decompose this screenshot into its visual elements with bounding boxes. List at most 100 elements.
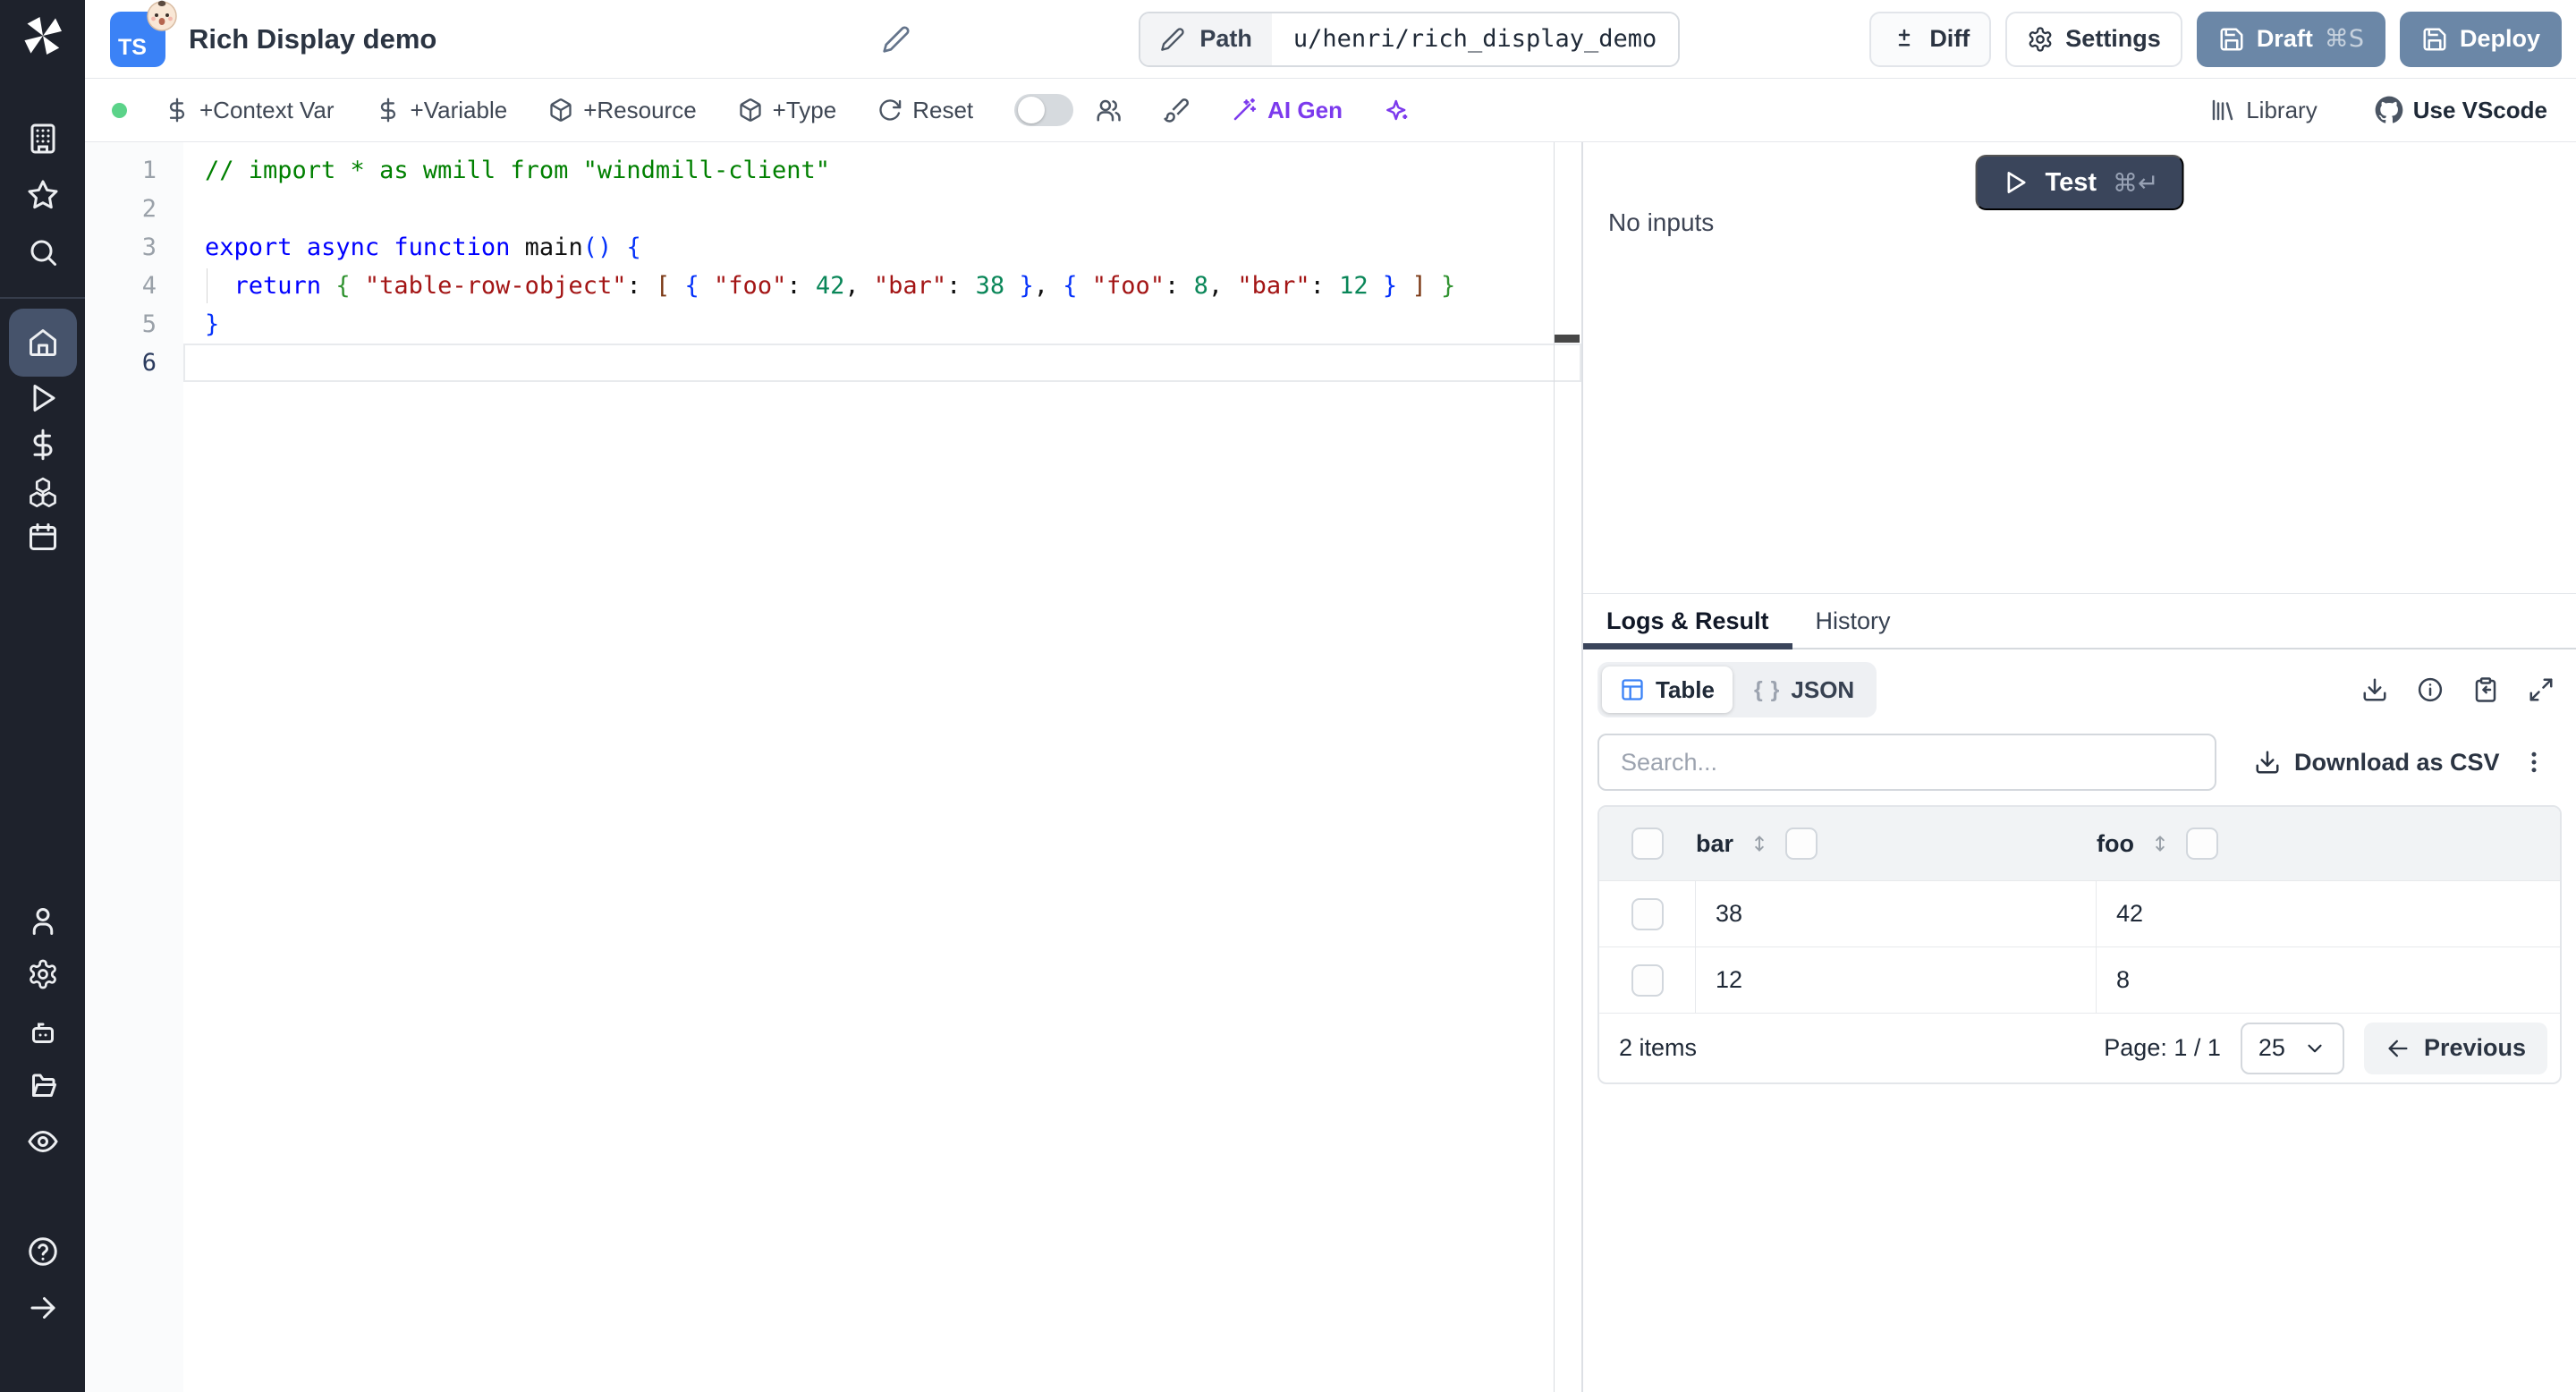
sidebar-item-home[interactable] — [8, 309, 77, 377]
wand-sparkles-icon — [1233, 98, 1257, 121]
column-label: bar — [1696, 829, 1734, 857]
column-label: foo — [2097, 829, 2134, 857]
row-checkbox-cell — [1599, 881, 1696, 946]
sidebar-item-audit-logs[interactable] — [21, 1120, 64, 1163]
tab-logs-and-result[interactable]: Logs & Result — [1583, 594, 1792, 649]
sidebar-item-resources[interactable] — [21, 471, 64, 514]
sort-icon[interactable] — [1748, 830, 1771, 857]
sidebar-item-search[interactable] — [21, 231, 64, 274]
previous-page-button[interactable]: Previous — [2363, 1022, 2547, 1074]
rotate-cw-icon — [879, 99, 902, 121]
add-resource-button[interactable]: +Resource — [548, 97, 697, 124]
expand-icon[interactable] — [2528, 676, 2555, 703]
table-row: 38 42 — [1599, 880, 2560, 946]
download-csv-button[interactable]: Download as CSV — [2254, 749, 2500, 777]
download-result-icon[interactable] — [2361, 676, 2388, 703]
multiplayer-button[interactable] — [1095, 97, 1122, 123]
pagination: Page: 1 / 1 25 Previous — [2104, 1022, 2547, 1074]
add-variable-button[interactable]: +Variable — [376, 97, 507, 124]
info-icon[interactable] — [2417, 676, 2444, 703]
results-body: Table { } JSON Search... Download as CSV… — [1583, 649, 2576, 1392]
sidebar-collapse-arrow[interactable] — [21, 1286, 64, 1329]
code-editor[interactable]: 1 2 3 4 5 6 // import * as wmill from "windmi… — [85, 142, 1583, 1392]
main-column: TS Rich Display demo Path u/henri/rich_d… — [85, 0, 2576, 1392]
library-button[interactable]: Library — [2209, 97, 2318, 124]
topbar: TS Rich Display demo Path u/henri/rich_d… — [85, 0, 2576, 79]
code-line[interactable]: // import * as wmill from "windmill-clie… — [183, 151, 1581, 190]
line-number: 3 — [141, 233, 157, 261]
ai-gen-button[interactable]: AI Gen — [1231, 97, 1343, 124]
select-all-cell — [1599, 807, 1696, 880]
column-select-checkbox[interactable] — [2185, 828, 2218, 860]
sidebar-item-settings[interactable] — [21, 953, 64, 996]
tab-history[interactable]: History — [1792, 594, 1914, 648]
sparkles-button[interactable] — [1384, 97, 1411, 123]
language-badge: TS — [110, 0, 177, 67]
add-context-var-button[interactable]: +Context Var — [165, 97, 335, 124]
line-number: 6 — [141, 349, 157, 377]
path-label-section[interactable]: Path — [1140, 13, 1272, 65]
code-line[interactable]: export async function main() { — [183, 228, 1581, 267]
overview-ruler-divider — [1554, 142, 1555, 1392]
deploy-button[interactable]: Deploy — [2399, 11, 2562, 67]
status-dot-icon — [112, 102, 127, 118]
column-header-foo: foo — [2097, 828, 2560, 860]
path-field[interactable]: Path u/henri/rich_display_demo — [1139, 11, 1681, 67]
page-size-select[interactable]: 25 — [2240, 1022, 2344, 1074]
use-vscode-button[interactable]: Use VScode — [2375, 96, 2547, 124]
draft-button[interactable]: Draft ⌘S — [2196, 11, 2385, 67]
diff-button[interactable]: Diff — [1869, 11, 1992, 67]
settings-button[interactable]: Settings — [2005, 11, 2182, 67]
sidebar-item-schedules[interactable] — [21, 515, 64, 558]
results-section: Logs & Result History Table { } JSON Sea… — [1583, 593, 2576, 1392]
sidebar-item-variables[interactable] — [21, 423, 64, 466]
table-icon — [1622, 679, 1643, 700]
format-button[interactable] — [1163, 97, 1190, 123]
search-input[interactable] — [1597, 734, 2216, 791]
code-area[interactable]: // import * as wmill from "windmill-clie… — [183, 142, 1581, 1392]
sidebar-item-workers[interactable] — [21, 1011, 64, 1054]
reset-button[interactable]: Reset — [877, 97, 973, 124]
sidebar — [0, 0, 85, 1392]
content-row: 123456 // import * as wmill from "windmi… — [85, 142, 2576, 1392]
code-line[interactable]: } — [183, 305, 1581, 344]
table-footer: 2 items Page: 1 / 1 25 Previous — [1599, 1013, 2560, 1082]
sidebar-item-users[interactable] — [21, 900, 64, 943]
add-type-button[interactable]: +Type — [738, 97, 836, 124]
view-json-button[interactable]: { } JSON — [1736, 666, 1872, 713]
indent-guide — [207, 268, 208, 303]
column-select-checkbox[interactable] — [1785, 828, 1818, 860]
result-table: bar foo 38 42 12 8 2 items Page: 1 / 1 2… — [1597, 805, 2562, 1084]
view-toggle: Table { } JSON — [1597, 662, 1877, 717]
sidebar-item-favorites[interactable] — [21, 174, 64, 216]
copy-to-clipboard-icon[interactable] — [2472, 676, 2499, 703]
diff-icon — [1899, 29, 1911, 46]
result-action-icons — [2361, 676, 2562, 703]
code-line[interactable] — [183, 344, 1581, 382]
row-checkbox[interactable] — [1631, 897, 1664, 930]
sort-icon[interactable] — [2148, 830, 2172, 857]
windmill-logo-icon[interactable] — [18, 11, 68, 61]
select-all-checkbox[interactable] — [1631, 828, 1664, 860]
sidebar-item-folders[interactable] — [21, 1065, 64, 1108]
more-options-kebab-icon[interactable] — [2521, 749, 2562, 776]
line-number: 5 — [141, 310, 157, 338]
code-line[interactable]: return { "table-row-object": [ { "foo": … — [183, 267, 1581, 305]
sidebar-item-help[interactable] — [21, 1230, 64, 1273]
row-checkbox[interactable] — [1631, 963, 1664, 997]
path-label: Path — [1199, 25, 1252, 52]
paintbrush-icon — [1164, 98, 1190, 123]
edit-title-pencil-icon[interactable] — [882, 25, 911, 54]
path-value[interactable]: u/henri/rich_display_demo — [1271, 13, 1679, 65]
cell-foo: 8 — [2116, 966, 2131, 993]
sidebar-item-runs[interactable] — [21, 377, 64, 420]
chevron-down-icon — [2308, 1044, 2322, 1052]
test-button[interactable]: Test ⌘↵ — [1975, 155, 2184, 210]
table-row: 12 8 — [1599, 946, 2560, 1013]
view-table-button[interactable]: Table — [1602, 666, 1733, 713]
code-line[interactable] — [183, 190, 1581, 228]
app-window: TS Rich Display demo Path u/henri/rich_d… — [0, 0, 2576, 1392]
assistant-toggle[interactable] — [1014, 94, 1074, 126]
line-number: 1 — [141, 157, 157, 184]
sidebar-item-workspace[interactable] — [21, 117, 64, 160]
